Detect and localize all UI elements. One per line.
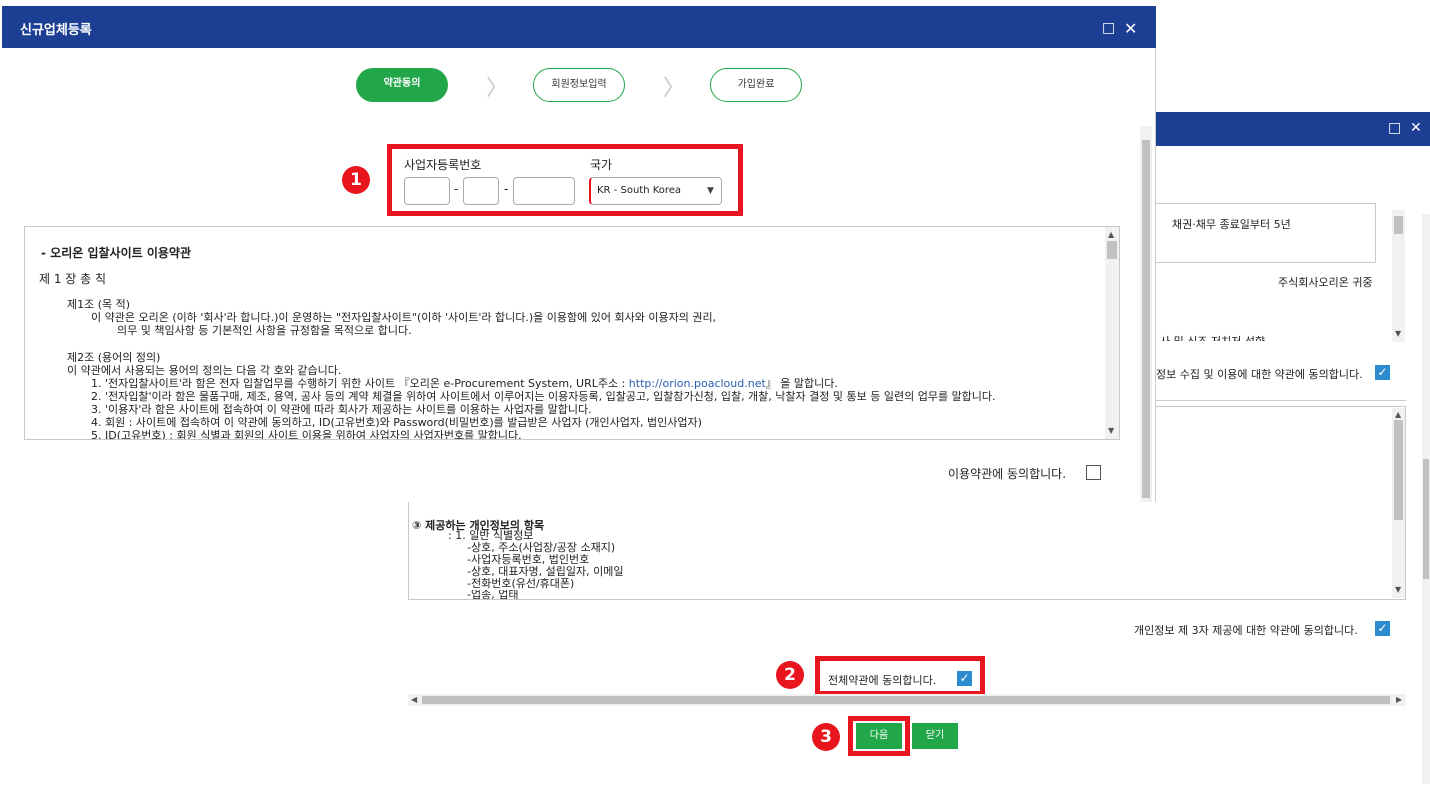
vertical-scrollbar[interactable]: ▲ ▼	[1392, 408, 1405, 598]
retention-box	[1150, 203, 1376, 263]
agree-third-label: 개인정보 제 3자 제공에 대한 약관에 동의합니다.	[1134, 624, 1358, 637]
scroll-down-icon[interactable]: ▼	[1395, 586, 1401, 594]
agree-terms-checkbox[interactable]	[1086, 465, 1101, 480]
biz-number-label: 사업자등록번호	[404, 158, 482, 172]
step-badge-2: 2	[776, 661, 804, 689]
agree-all-label: 전체약관에 동의합니다.	[828, 674, 937, 687]
company-text: 주식회사오리온 귀중	[1278, 276, 1373, 289]
front-titlebar: □ ✕	[2, 6, 1156, 48]
vertical-scrollbar[interactable]: ▼	[1392, 210, 1405, 342]
terms-line: 의무 및 책임사항 등 기본적인 사항을 규정함을 목적으로 합니다.	[117, 324, 412, 337]
scroll-right-icon[interactable]: ▶	[1396, 696, 1402, 704]
article-title: 제1조 (목 적)	[67, 298, 131, 311]
step-complete: 가입완료	[710, 68, 802, 102]
scrollbar-thumb[interactable]	[422, 696, 1390, 704]
cut-text: 사 및 신조 저치저 성향	[1160, 333, 1265, 341]
next-button[interactable]: 다음	[856, 723, 902, 749]
article-title: 제2조 (용어의 정의)	[67, 351, 161, 364]
terms-line: 2. '전자입찰'이라 함은 물품구매, 제조, 용역, 공사 등의 계약 체결…	[91, 390, 996, 403]
biz-number-part3[interactable]	[513, 177, 575, 205]
maximize-icon[interactable]: □	[1102, 20, 1115, 36]
agree-collect-label: 정보 수집 및 이용에 대한 약관에 동의합니다.	[1156, 368, 1363, 381]
url-link[interactable]: http://orion.poacloud.net	[629, 377, 766, 390]
scroll-up-icon[interactable]: ▲	[1108, 231, 1114, 239]
scroll-down-icon[interactable]: ▼	[1395, 330, 1401, 338]
country-select[interactable]: KR - South Korea ▼	[589, 177, 722, 205]
close-button[interactable]: 닫기	[912, 723, 958, 749]
step-terms-agree: 약관동의	[356, 68, 448, 102]
scrollbar-thumb[interactable]	[1394, 216, 1403, 234]
retention-text: 채권·채무 종료일부터 5년	[1172, 218, 1291, 231]
biz-number-part1[interactable]	[404, 177, 450, 205]
agree-collect-checkbox[interactable]: ✓	[1375, 365, 1390, 380]
scrollbar-thumb[interactable]	[1394, 420, 1403, 520]
outer-scrollbar-thumb[interactable]	[1423, 459, 1429, 579]
maximize-icon[interactable]: □	[1388, 120, 1401, 136]
dash: -	[454, 182, 459, 196]
vertical-scrollbar[interactable]: ▲ ▼	[1105, 227, 1119, 439]
agree-terms-label: 이용약관에 동의합니다.	[948, 467, 1067, 481]
close-icon[interactable]: ✕	[1124, 19, 1137, 38]
window-scrollbar[interactable]	[1140, 126, 1152, 502]
section-item: -업종, 업태	[467, 590, 519, 599]
close-icon[interactable]: ✕	[1410, 120, 1422, 136]
section-item: : 1. 일반 식별정보	[448, 529, 534, 542]
dash: -	[504, 182, 509, 196]
terms-line: 1. '전자입찰사이트'라 함은 전자 입찰업무를 수행하기 위한 사이트 『오…	[91, 377, 838, 390]
chevron-down-icon: ▼	[707, 186, 714, 196]
biz-number-part2[interactable]	[463, 177, 499, 205]
def1-text: 1. '전자입찰사이트'라 함은 전자 입찰업무를 수행하기 위한 사이트 『오…	[91, 377, 629, 390]
terms-box: - 오리온 입찰사이트 이용약관 제 1 장 총 칙 제1조 (목 적) 이 약…	[24, 226, 1120, 440]
scrollbar-thumb[interactable]	[1142, 140, 1150, 498]
terms-heading: - 오리온 입찰사이트 이용약관	[41, 246, 191, 260]
step-badge-3: 3	[812, 723, 840, 751]
step-member-info: 회원정보입력	[533, 68, 625, 102]
scroll-left-icon[interactable]: ◀	[411, 696, 417, 704]
terms-line: 3. '이용자'라 함은 사이트에 접속하여 이 약관에 따라 회사가 제공하는…	[91, 403, 592, 416]
agree-all-checkbox[interactable]: ✓	[957, 671, 972, 686]
scroll-up-icon[interactable]: ▲	[1395, 411, 1401, 419]
country-value: KR - South Korea	[597, 185, 682, 196]
back-titlebar: □ ✕	[1156, 112, 1430, 146]
section-item: -상호, 주소(사업장/공장 소재지)	[467, 541, 616, 554]
section-item: -사업자등록번호, 법인번호	[467, 553, 590, 566]
check-icon: ✓	[959, 671, 970, 685]
terms-line: 4. 회원 : 사이트에 접속하여 이 약관에 동의하고, ID(고유번호)와 …	[91, 416, 702, 429]
window-title: 신규업체등록	[20, 23, 92, 38]
outer-scrollbar[interactable]	[1422, 214, 1430, 784]
divider	[1156, 400, 1406, 401]
agree-third-checkbox[interactable]: ✓	[1375, 621, 1390, 636]
chevron-right-icon: 〉	[486, 76, 509, 101]
scroll-down-icon[interactable]: ▼	[1108, 427, 1114, 435]
check-icon: ✓	[1377, 621, 1388, 635]
terms-line: 이 약관에서 사용되는 용어의 정의는 다음 각 호와 같습니다.	[67, 364, 342, 377]
scrollbar-thumb[interactable]	[1107, 241, 1117, 259]
terms-chapter: 제 1 장 총 칙	[39, 272, 107, 286]
section-item: -상호, 대표자명, 설립일자, 이메일	[467, 565, 624, 578]
section-item: -전화번호(유선/휴대폰)	[467, 577, 575, 590]
step-badge-1: 1	[342, 166, 370, 194]
terms-line: 이 약관은 오리온 (이하 '회사'라 합니다.)이 운영하는 "전자입찰사이트…	[91, 311, 717, 324]
country-label: 국가	[590, 158, 613, 172]
check-icon: ✓	[1377, 365, 1388, 379]
def1-text-end: 』 을 말합니다.	[765, 377, 838, 390]
horizontal-scrollbar[interactable]: ◀ ▶	[408, 694, 1406, 706]
chevron-right-icon: 〉	[663, 76, 686, 101]
terms-line: 5. ID(고유번호) : 회원 식별과 회원의 사이트 이용을 위하여 사업자…	[91, 429, 522, 440]
